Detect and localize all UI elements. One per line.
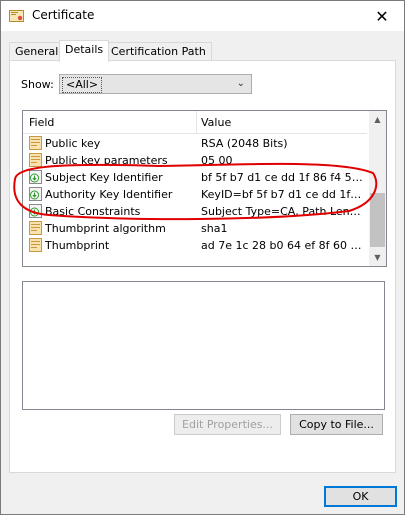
tab-details[interactable]: Details [59, 40, 110, 62]
row-field: Authority Key Identifier [45, 188, 173, 201]
fields-list[interactable]: Field Value Public key RSA (2048 Bits) P… [22, 110, 387, 267]
row-value: Subject Type=CA, Path Lengt... [201, 205, 364, 218]
scrollbar-thumb[interactable] [370, 193, 385, 247]
row-field: Public key [45, 137, 101, 150]
certificate-icon [9, 10, 24, 22]
tab-certification-path[interactable]: Certification Path [105, 42, 212, 61]
scroll-down-icon[interactable]: ▼ [369, 249, 386, 266]
cert-extension-icon [29, 170, 42, 184]
table-row[interactable]: Public key parameters 05 00 [23, 152, 367, 169]
close-icon: ✕ [375, 6, 389, 26]
cert-field-icon [29, 221, 42, 235]
table-row[interactable]: Thumbprint ad 7e 1c 28 b0 64 ef 8f 60 03… [23, 237, 367, 254]
row-field: Thumbprint algorithm [45, 222, 166, 235]
cert-field-icon [29, 153, 42, 167]
table-row[interactable]: Public key RSA (2048 Bits) [23, 135, 367, 152]
cert-field-icon [29, 238, 42, 252]
edit-properties-button[interactable]: Edit Properties... [174, 414, 281, 435]
row-field: Subject Key Identifier [45, 171, 163, 184]
column-divider[interactable] [196, 111, 197, 133]
scroll-up-icon[interactable]: ▲ [369, 111, 386, 128]
window-title: Certificate [32, 8, 95, 22]
row-field: Thumbprint [45, 239, 110, 252]
table-row[interactable]: Authority Key Identifier KeyID=bf 5f b7 … [23, 186, 367, 203]
show-dropdown-value: <All> [62, 77, 103, 93]
tab-general[interactable]: General [9, 42, 65, 61]
row-value: 05 00 [201, 154, 233, 167]
close-button[interactable]: ✕ [360, 1, 404, 31]
list-header: Field Value [23, 111, 367, 134]
certificate-window: Certificate ✕ General Details Certificat… [0, 0, 405, 515]
show-dropdown[interactable]: <All> ⌄ [59, 74, 252, 94]
row-value: sha1 [201, 222, 228, 235]
copy-to-file-button[interactable]: Copy to File... [290, 414, 383, 435]
chevron-down-icon: ⌄ [236, 78, 245, 89]
table-row[interactable]: Subject Key Identifier bf 5f b7 d1 ce dd… [23, 169, 367, 186]
cert-extension-icon [29, 204, 42, 218]
cert-field-icon [29, 136, 42, 150]
show-label: Show: [21, 78, 54, 91]
cert-extension-icon [29, 187, 42, 201]
list-rows: Public key RSA (2048 Bits) Public key pa… [23, 135, 367, 254]
row-value: ad 7e 1c 28 b0 64 ef 8f 60 03 ... [201, 239, 364, 252]
column-header-value[interactable]: Value [201, 116, 231, 129]
row-field: Basic Constraints [45, 205, 141, 218]
details-panel: Show: <All> ⌄ Field Value Public key RSA… [9, 60, 396, 473]
row-value: bf 5f b7 d1 ce dd 1f 86 f4 5b 5... [201, 171, 364, 184]
column-header-field[interactable]: Field [29, 116, 54, 129]
ok-button[interactable]: OK [324, 486, 397, 507]
table-row[interactable]: Thumbprint algorithm sha1 [23, 220, 367, 237]
table-row[interactable]: Basic Constraints Subject Type=CA, Path … [23, 203, 367, 220]
row-value: KeyID=bf 5f b7 d1 ce dd 1f 86... [201, 188, 364, 201]
row-value: RSA (2048 Bits) [201, 137, 288, 150]
list-scrollbar[interactable]: ▲ ▼ [369, 111, 386, 266]
title-bar: Certificate ✕ [1, 1, 404, 31]
row-field: Public key parameters [45, 154, 168, 167]
field-detail-box[interactable] [22, 281, 385, 410]
